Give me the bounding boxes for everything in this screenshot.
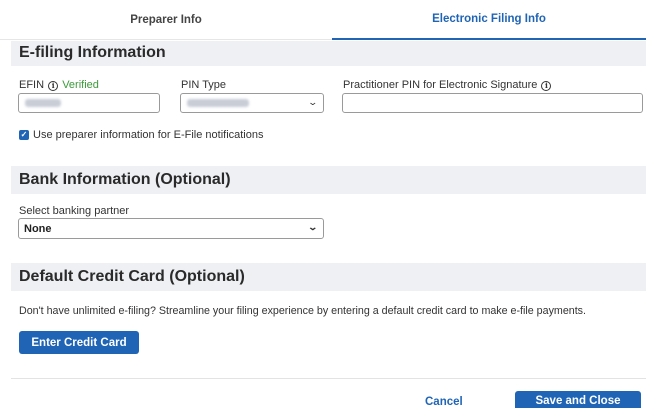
efiling-section-header: E-filing Information [11,41,646,66]
efin-field[interactable] [18,93,160,113]
banking-partner-label: Select banking partner [19,205,130,217]
footer-divider [11,378,646,379]
pin-type-select[interactable]: ⌄ [180,93,324,113]
checkmark-icon: ✓ [20,130,28,139]
enter-credit-card-button[interactable]: Enter Credit Card [19,331,139,354]
practitioner-pin-label: Practitioner PIN for Electronic Signatur… [343,79,538,91]
efiling-section-title: E-filing Information [19,44,166,61]
credit-card-section-header: Default Credit Card (Optional) [11,263,646,291]
efin-label: EFIN [19,79,45,91]
banking-partner-selected-value: None [24,223,52,235]
credit-card-section-title: Default Credit Card (Optional) [19,268,245,285]
tab-bar: Preparer Info Electronic Filing Info [0,0,646,40]
tab-electronic-filing-info[interactable]: Electronic Filing Info [332,0,646,40]
info-icon[interactable]: i [48,81,59,91]
tab-preparer-info[interactable]: Preparer Info [0,0,332,40]
efin-masked-value [25,99,61,107]
efin-verified-status: Verified [62,79,99,91]
chevron-down-icon: ⌄ [307,97,319,107]
pin-type-label: PIN Type [181,79,227,91]
credit-card-description: Don't have unlimited e-filing? Streamlin… [19,305,586,317]
bank-section-header: Bank Information (Optional) [11,166,646,194]
practitioner-pin-label-group: Practitioner PIN for Electronic Signatur… [343,79,552,91]
use-preparer-checkbox-label[interactable]: Use preparer information for E-File noti… [33,129,263,141]
use-preparer-checkbox[interactable]: ✓ [19,130,29,140]
save-and-close-button[interactable]: Save and Close [515,391,641,408]
practitioner-pin-input[interactable] [342,93,643,113]
chevron-down-icon: ⌄ [307,222,319,232]
banking-partner-select[interactable]: None ⌄ [18,218,324,239]
cancel-button[interactable]: Cancel [425,396,463,408]
pin-type-masked-value [187,99,249,107]
bank-section-title: Bank Information (Optional) [19,171,231,188]
info-icon[interactable]: i [541,81,552,91]
efin-label-group: EFIN i Verified [19,79,99,91]
